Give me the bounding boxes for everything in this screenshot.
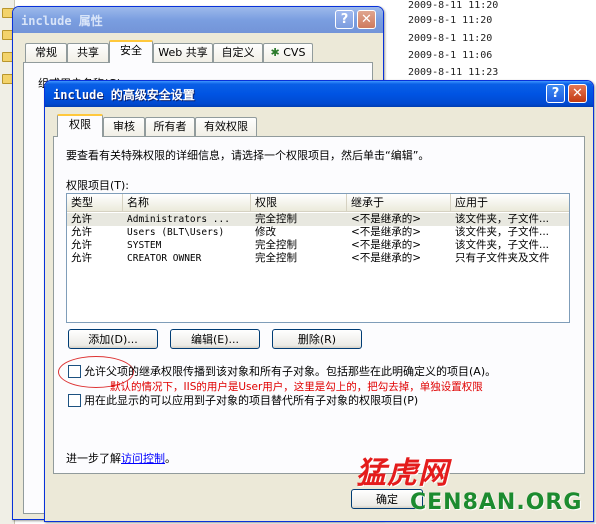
tab-auditing[interactable]: 审核 [103, 117, 145, 136]
tab-general[interactable]: 常规 [25, 43, 67, 62]
column-apply-to[interactable]: 应用于 [451, 194, 569, 211]
advanced-title-bar[interactable]: include 的高级安全设置 ? ✕ [45, 81, 593, 107]
cell-permission: 修改 [255, 226, 276, 238]
tab-effective-permissions[interactable]: 有效权限 [195, 117, 257, 136]
access-control-link[interactable]: 访问控制 [121, 452, 165, 465]
column-inherited-from[interactable]: 继承于 [347, 194, 451, 211]
tab-cvs-label: CVS [283, 46, 306, 59]
tab-web-sharing[interactable]: Web 共享 [153, 43, 213, 62]
intro-text: 要查看有关特殊权限的详细信息，请选择一个权限项目，然后单击“编辑”。 [66, 149, 430, 162]
cell-name: CREATOR OWNER [127, 253, 202, 264]
edit-button[interactable]: 编辑(E)... [170, 329, 260, 349]
tab-cvs[interactable]: ✱ CVS [263, 43, 313, 62]
cell-apply-to: 该文件夹，子文件... [455, 213, 550, 225]
tab-security[interactable]: 安全 [109, 40, 153, 63]
cell-inherited-from: <不是继承的> [351, 226, 422, 238]
replace-permissions-checkbox[interactable] [68, 394, 81, 407]
table-row[interactable]: 允许 CREATOR OWNER 完全控制 <不是继承的> 只有子文件夹及文件 [67, 252, 569, 265]
properties-title-bar[interactable]: include 属性 ? ✕ [13, 7, 383, 33]
column-permission[interactable]: 权限 [251, 194, 347, 211]
cell-inherited-from: <不是继承的> [351, 239, 422, 251]
watermark-logo-cn: 猛虎网 [356, 456, 449, 491]
permissions-panel: 要查看有关特殊权限的详细信息，请选择一个权限项目，然后单击“编辑”。 权限项目(… [53, 136, 585, 474]
cell-permission: 完全控制 [255, 239, 297, 251]
list-header: 类型 名称 权限 继承于 应用于 [67, 194, 569, 212]
column-name[interactable]: 名称 [123, 194, 251, 211]
permission-entries-label: 权限项目(T): [66, 179, 130, 192]
replace-permissions-label: 用在此显示的可以应用到子对象的项目替代所有子对象的权限项目(P) [84, 394, 419, 407]
table-row[interactable]: 允许 Users (BLT\Users) 修改 <不是继承的> 该文件夹，子文件… [67, 226, 569, 239]
help-button[interactable]: ? [335, 10, 354, 29]
cell-apply-to: 该文件夹，子文件... [455, 226, 550, 238]
add-button[interactable]: 添加(D)... [68, 329, 158, 349]
cell-type: 允许 [71, 252, 92, 264]
remove-button[interactable]: 删除(R) [272, 329, 362, 349]
inherit-permissions-label: 允许父项的继承权限传播到该对象和所有子对象。包括那些在此明确定义的项目(A)。 [84, 365, 497, 378]
date-cell: 2009-8-1 11:20 [408, 15, 493, 26]
close-button[interactable]: ✕ [568, 84, 587, 103]
window-title: include 的高级安全设置 [53, 88, 195, 102]
cell-type: 允许 [71, 226, 92, 238]
date-cell: 2009-8-1 11:06 [408, 50, 493, 61]
tab-owner[interactable]: 所有者 [145, 117, 195, 136]
advanced-security-window: include 的高级安全设置 ? ✕ 权限 审核 所有者 有效权限 要查看有关… [44, 80, 594, 522]
column-type[interactable]: 类型 [67, 194, 123, 211]
inherit-permissions-checkbox[interactable] [68, 365, 81, 378]
learn-more-prefix: 进一步了解 [66, 452, 121, 465]
cell-inherited-from: <不是继承的> [351, 213, 422, 225]
cell-apply-to: 该文件夹，子文件... [455, 239, 550, 251]
cell-type: 允许 [71, 213, 92, 225]
learn-more-text: 进一步了解访问控制。 [66, 450, 176, 466]
cell-apply-to: 只有子文件夹及文件 [455, 252, 550, 264]
learn-more-suffix: 。 [165, 452, 176, 465]
cvs-icon: ✱ [270, 46, 280, 59]
tab-permissions[interactable]: 权限 [57, 114, 103, 137]
table-row[interactable]: 允许 SYSTEM 完全控制 <不是继承的> 该文件夹，子文件... [67, 239, 569, 252]
tab-custom[interactable]: 自定义 [213, 43, 263, 62]
watermark-logo-en: CEN8AN.ORG [410, 490, 583, 515]
cell-inherited-from: <不是继承的> [351, 252, 422, 264]
date-cell: 2009-8-11 11:23 [408, 67, 499, 78]
cell-type: 允许 [71, 239, 92, 251]
table-row[interactable]: 允许 Administrators ... 完全控制 <不是继承的> 该文件夹，… [67, 213, 569, 226]
help-button[interactable]: ? [546, 84, 565, 103]
window-title: include 属性 [21, 14, 103, 28]
cell-permission: 完全控制 [255, 213, 297, 225]
cell-name: Administrators ... [127, 214, 230, 225]
tab-sharing[interactable]: 共享 [67, 43, 109, 62]
cell-name: SYSTEM [127, 240, 162, 251]
cell-name: Users (BLT\Users) [127, 227, 225, 238]
cell-permission: 完全控制 [255, 252, 297, 264]
date-cell: 2009-8-11 11:20 [408, 0, 499, 11]
permission-entries-list[interactable]: 类型 名称 权限 继承于 应用于 允许 Administrators ... 完… [66, 193, 570, 323]
date-cell: 2009-8-1 11:20 [408, 33, 493, 44]
close-button[interactable]: ✕ [357, 10, 376, 29]
